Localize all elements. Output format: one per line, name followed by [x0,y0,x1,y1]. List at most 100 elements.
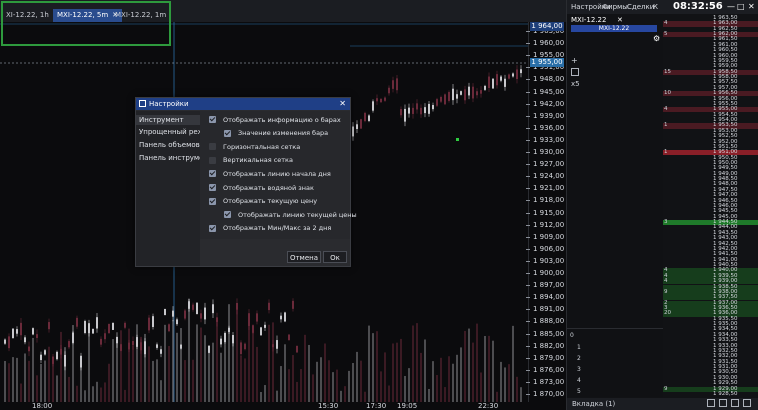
close-icon[interactable]: ✕ [339,99,346,108]
lower-index: 1 [577,344,581,351]
panel-menu-bar: Настройки Фирмы Сделки К 08:32:56 — □ ✕ [567,0,758,14]
y-tick-mark [526,285,530,287]
y-tick: 1 936,00 [533,123,565,132]
maximize-icon[interactable]: □ [737,2,745,11]
y-tick: 1 930,00 [533,148,565,156]
current-price-tag: 1 955,00 [530,58,564,67]
list-icon[interactable] [731,399,739,407]
sidebar-item-volume-panel[interactable]: Панель объемов [139,141,200,149]
option-checkbox[interactable] [209,184,216,191]
option-label: Горизонтальная сетка [223,142,301,151]
menu-trades[interactable]: Сделки [627,3,654,11]
lower-index: 3 [577,366,581,373]
option-label: Отображать линию текущей цены [238,210,357,219]
x-tick: 18:00 [32,402,53,410]
y-tick: 1 876,00 [533,365,565,374]
dialog-titlebar[interactable]: Настройки ✕ [136,98,350,110]
time-axis[interactable]: 18:00 15:30 17:30 19:05 22:30 [0,402,566,410]
sidebar-item-instrument[interactable]: Инструмент [136,115,200,125]
order-book-panel: Настройки Фирмы Сделки К 08:32:56 — □ ✕ … [566,0,758,410]
option-checkbox[interactable] [209,143,216,151]
option-label: Отображать Мин/Макс за 2 дня [223,224,332,233]
add-icon[interactable]: + [571,56,578,65]
y-tick: 1 942,00 [533,99,565,108]
y-tick: 1 960,00 [533,39,565,48]
settings-icon[interactable] [743,399,751,407]
option-checkbox[interactable] [209,116,216,123]
lower-index: 4 [577,377,581,384]
y-tick: 1 897,00 [533,281,565,290]
y-tick-mark [526,115,530,117]
y-tick-mark [526,31,530,32]
menu-k[interactable]: К [653,3,658,11]
minimize-icon[interactable]: — [727,2,735,11]
dom-header: MXI-12.22 [571,25,657,32]
lower-index: 2 [577,355,581,362]
y-tick: 1 939,00 [533,111,565,120]
y-tick: 1 879,00 [533,353,565,362]
y-tick-mark [526,394,530,395]
y-tick-mark [526,309,530,311]
y-tick: 1 870,00 [533,390,565,398]
y-tick: 1 906,00 [533,244,565,253]
y-tick-mark [526,357,530,359]
option-checkbox[interactable] [209,156,216,164]
top-price-tag: 1 964,00 [530,22,564,31]
option-checkbox[interactable] [224,129,231,137]
y-tick: 1 915,00 [533,208,565,217]
ok-button[interactable]: Ок [323,251,347,263]
option-checkbox[interactable] [209,197,216,205]
y-tick-mark [526,127,530,129]
y-tick: 1 900,00 [533,269,565,277]
option-checkbox[interactable] [209,224,216,232]
y-tick-mark [526,139,530,141]
y-tick-mark [526,321,530,323]
close-icon[interactable]: ✕ [617,16,623,24]
y-tick-mark [526,333,530,335]
price-axis[interactable]: 1 963,00 1 960,00 1 955,00 1 951,00 1 948,00… [526,22,567,410]
settings-options: Отображать информацию о барах Значение из… [200,111,357,239]
y-tick-mark [526,67,530,69]
option-label: Значение изменения бара [238,129,329,138]
option-label: Отображать водяной знак [223,183,314,192]
y-tick-mark [526,164,530,166]
grid-icon[interactable] [571,68,579,76]
y-tick: 1 921,00 [533,184,565,193]
close-icon[interactable]: ✕ [748,2,755,11]
window-icon[interactable] [707,399,715,407]
y-tick: 1 873,00 [533,377,565,386]
cancel-button[interactable]: Отмена [287,251,321,263]
layout-icon[interactable] [719,399,727,407]
dom-side-tools: ⚙ + x5 [567,32,663,328]
selection-highlight [1,1,171,46]
multiplier-label[interactable]: x5 [571,80,580,88]
bottom-tab[interactable]: Вкладка (1) [572,400,615,408]
option-checkbox[interactable] [209,170,216,178]
menu-firms[interactable]: Фирмы [602,3,628,11]
settings-sidebar: Инструмент Упрощенный режим Панель объем… [136,111,221,266]
y-tick-mark [526,152,530,153]
x-tick: 15:30 [318,402,339,410]
lower-index: 0 [570,332,574,339]
option-checkbox[interactable] [224,211,231,219]
gear-icon[interactable]: ⚙ [653,34,660,43]
dom-row[interactable]: 1 928,50 [663,391,758,397]
y-tick-mark [526,381,530,383]
y-tick: 1 948,00 [533,75,565,84]
y-tick-mark [526,43,530,45]
dom-lower-panel: 0 1 2 3 4 5 [567,328,663,397]
y-tick-mark [526,345,530,347]
panel-bottom-bar: Вкладка (1) [567,398,758,410]
y-tick-mark [526,248,530,250]
y-tick-mark [526,91,530,93]
y-tick-mark [526,79,530,81]
y-tick: 1 891,00 [533,305,565,314]
option-label: Вертикальная сетка [223,156,293,165]
y-tick-mark [526,200,530,202]
y-tick-mark [526,103,530,105]
y-tick-mark [526,55,530,57]
y-tick: 1 882,00 [533,341,565,350]
y-tick: 1 894,00 [533,293,565,302]
option-label: Отображать линию начала дня [223,169,331,178]
clock: 08:32:56 [673,1,723,12]
